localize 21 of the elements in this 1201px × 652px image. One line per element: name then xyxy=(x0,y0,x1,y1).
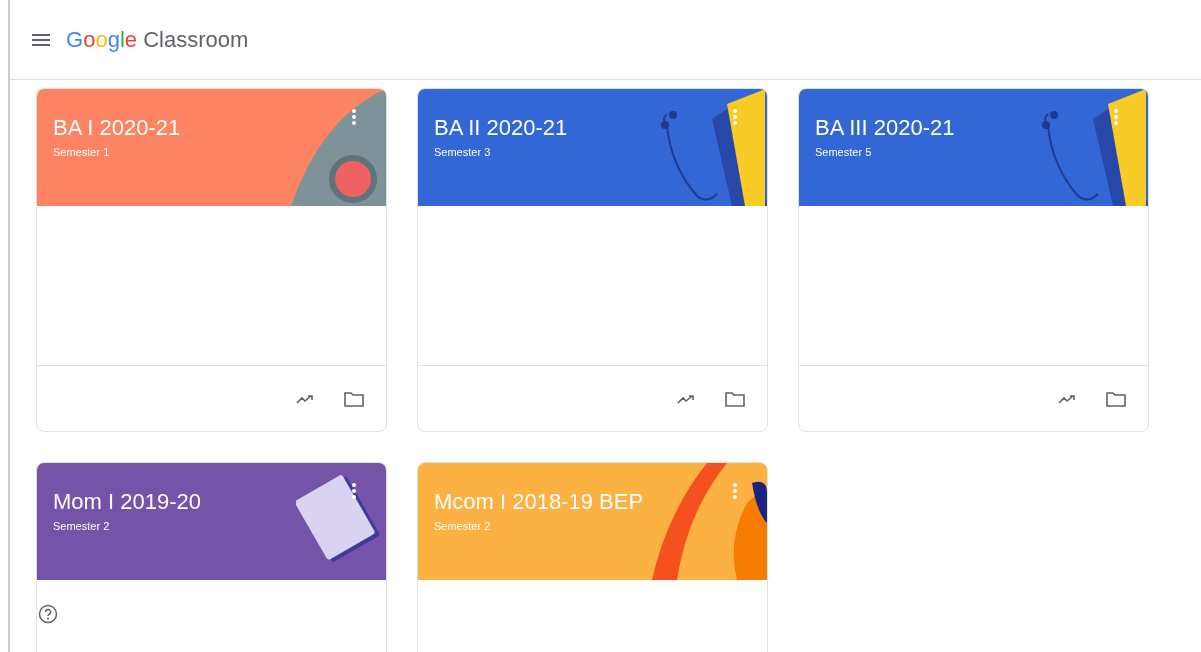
trending-icon[interactable] xyxy=(677,394,695,404)
folder-icon[interactable] xyxy=(1106,391,1126,407)
help-icon[interactable] xyxy=(38,604,58,624)
trending-icon[interactable] xyxy=(296,394,314,404)
class-name[interactable]: BA III 2020-21 xyxy=(815,111,1132,144)
folder-icon[interactable] xyxy=(725,391,745,407)
class-card[interactable]: BA II 2020-21 Semester 3 xyxy=(417,88,768,432)
class-name[interactable]: BA II 2020-21 xyxy=(434,111,751,144)
app-logo[interactable]: Google Classroom xyxy=(66,23,249,56)
class-section: Semester 2 xyxy=(53,518,370,535)
class-section: Semester 3 xyxy=(434,144,751,161)
class-card[interactable]: Mom I 2019-20 Semester 2 xyxy=(36,462,387,652)
class-section: Semester 2 xyxy=(434,518,751,535)
class-section: Semester 1 xyxy=(53,144,370,161)
class-name[interactable]: Mom I 2019-20 xyxy=(53,485,370,518)
class-section: Semester 5 xyxy=(815,144,1132,161)
trending-icon[interactable] xyxy=(1058,394,1076,404)
more-options-icon[interactable] xyxy=(352,483,356,499)
folder-icon[interactable] xyxy=(344,391,364,407)
class-card[interactable]: BA III 2020-21 Semester 5 xyxy=(798,88,1149,432)
menu-icon[interactable] xyxy=(32,33,50,46)
